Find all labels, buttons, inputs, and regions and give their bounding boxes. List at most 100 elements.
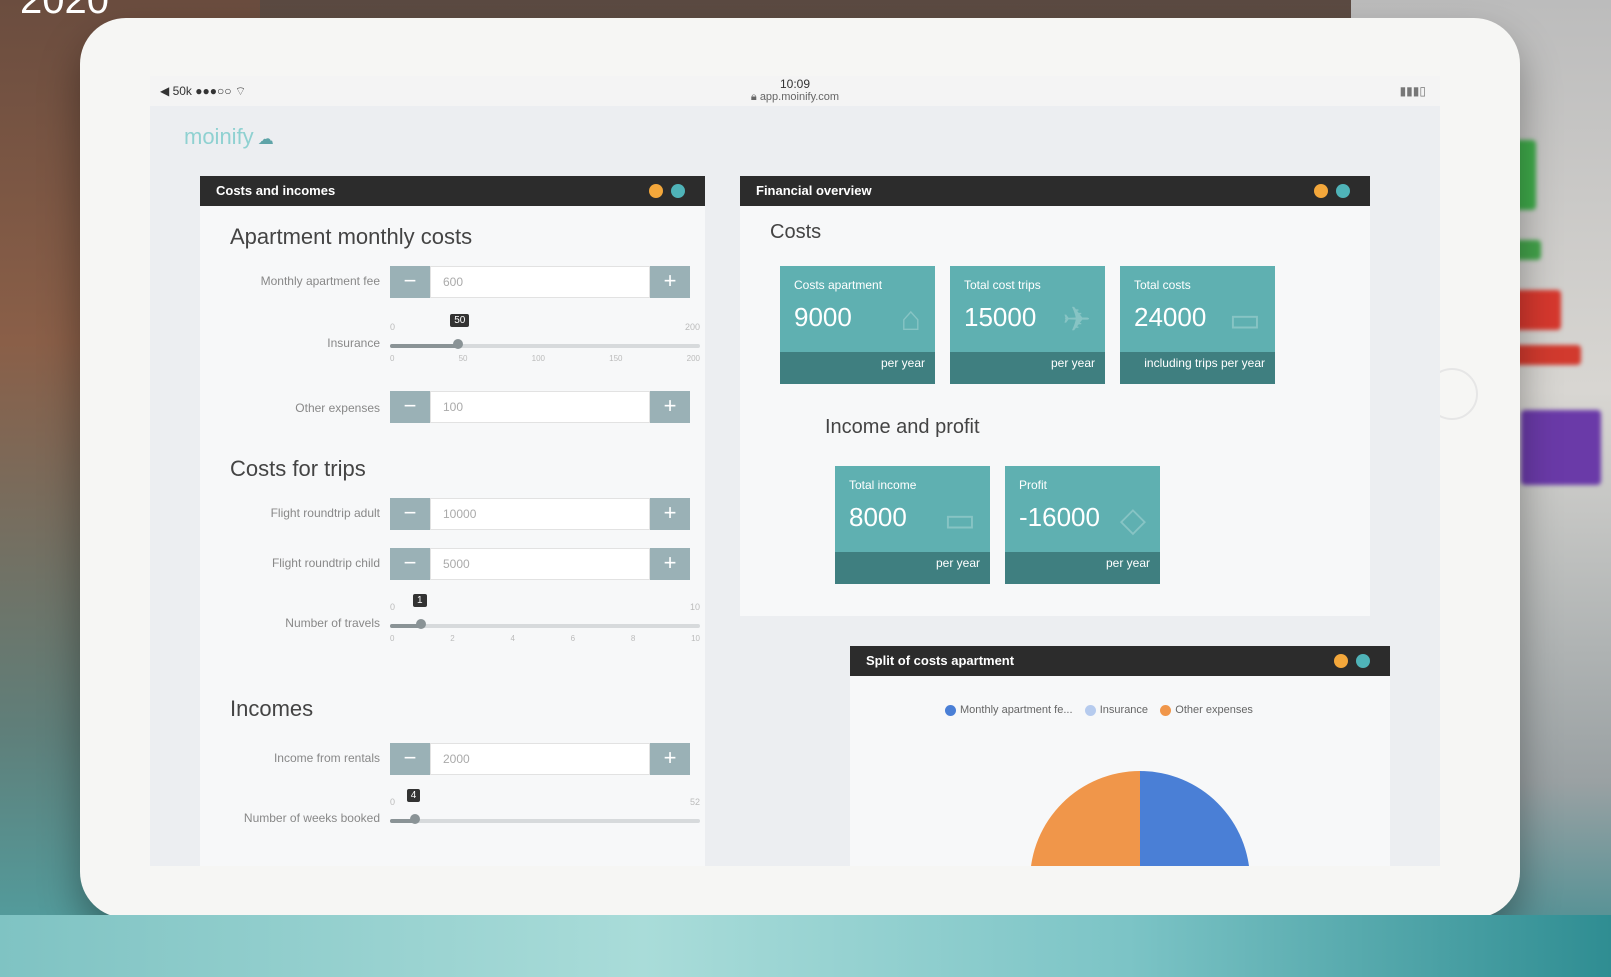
- rental-income-label: Income from rentals: [273, 751, 380, 765]
- expand-icon[interactable]: [671, 184, 685, 198]
- fee-label: Monthly apartment fee: [260, 274, 380, 288]
- decrement-button[interactable]: −: [390, 391, 430, 423]
- section-trips: Costs for trips: [230, 456, 366, 481]
- decrement-button[interactable]: −: [390, 548, 430, 580]
- tile-value: -16000: [1019, 502, 1100, 532]
- increment-button[interactable]: +: [650, 266, 690, 298]
- slider-tooltip: 1: [413, 594, 427, 607]
- tile-profit: Profit -16000 ◇ per year: [1005, 466, 1160, 584]
- pie-chart: [1030, 771, 1250, 866]
- tile-footer: including trips per year: [1120, 352, 1275, 384]
- legend-item[interactable]: Insurance: [1084, 704, 1148, 716]
- tile-label: Costs apartment: [794, 278, 883, 292]
- slider-tooltip: 4: [406, 789, 421, 802]
- chart-legend: Monthly apartment fe... Insurance Other …: [945, 704, 1253, 716]
- increment-button[interactable]: +: [650, 391, 690, 423]
- app-logo[interactable]: moinify ☁: [184, 124, 274, 150]
- expand-icon[interactable]: [1356, 654, 1370, 668]
- tile-label: Total cost trips: [964, 278, 1041, 292]
- slider-tick-label: 8: [630, 634, 636, 643]
- income-heading: Income and profit: [825, 416, 980, 438]
- tile-footer: per year: [780, 352, 935, 384]
- legend-item[interactable]: Monthly apartment fe...: [945, 704, 1073, 716]
- status-bar: ◀ 50k ●●●○○ ⌔ 10:09 🔒︎ app.moinify.com ▮…: [150, 76, 1440, 106]
- slider-ticks: 0 50 100 150 200: [390, 354, 700, 363]
- section-incomes: Incomes: [230, 696, 314, 721]
- home-icon: ⌂: [900, 300, 921, 338]
- other-expenses-input[interactable]: 100: [430, 391, 650, 423]
- increment-button[interactable]: +: [650, 548, 690, 580]
- decrement-button[interactable]: −: [390, 498, 430, 530]
- minimize-icon[interactable]: [1334, 654, 1348, 668]
- tile-value: 15000: [964, 302, 1037, 332]
- tile-total-cost-trips: Total cost trips 15000 ✈ per year: [950, 266, 1105, 384]
- costs-and-incomes-panel: Costs and incomes Apartment monthly cost…: [200, 176, 705, 866]
- tile-footer: per year: [950, 352, 1105, 384]
- legend-swatch: [945, 704, 956, 716]
- increment-button[interactable]: +: [650, 743, 690, 775]
- slider-min: 0: [390, 602, 396, 612]
- tile-value: 9000: [794, 302, 852, 332]
- minimize-icon[interactable]: [1314, 184, 1328, 198]
- split-costs-panel: Split of costs apartment Monthly apartme…: [850, 646, 1390, 866]
- slider-handle[interactable]: [416, 619, 426, 629]
- tile-total-income: Total income 8000 ▭ per year: [835, 466, 990, 584]
- tablet-screen: ◀ 50k ●●●○○ ⌔ 10:09 🔒︎ app.moinify.com ▮…: [150, 76, 1440, 866]
- tile-footer: per year: [835, 552, 990, 584]
- slider-track: [390, 819, 700, 823]
- slider-max: 10: [689, 602, 700, 612]
- other-expenses-stepper: − 100 +: [390, 391, 690, 423]
- tablet-device: ◀ 50k ●●●○○ ⌔ 10:09 🔒︎ app.moinify.com ▮…: [80, 18, 1520, 918]
- insurance-slider[interactable]: 0 200 50 0 50 100 150 200: [390, 314, 700, 366]
- tile-value: 24000: [1134, 302, 1207, 332]
- increment-button[interactable]: +: [650, 498, 690, 530]
- fee-input[interactable]: 600: [430, 266, 650, 298]
- tile-total-costs: Total costs 24000 ▭ including trips per …: [1120, 266, 1275, 384]
- travels-slider[interactable]: 0 10 1 0 2 4 6 8 10: [390, 594, 700, 646]
- section-apartment: Apartment monthly costs: [230, 224, 473, 249]
- pie-slice-apartment-fee[interactable]: [1140, 771, 1250, 866]
- slider-tick-label: 0: [390, 634, 395, 643]
- slider-handle[interactable]: [409, 814, 420, 824]
- adult-flight-label: Flight roundtrip adult: [270, 506, 380, 520]
- child-flight-input[interactable]: 5000: [430, 548, 650, 580]
- slider-min: 0: [390, 797, 396, 807]
- adult-flight-stepper: − 10000 +: [390, 498, 690, 530]
- child-flight-stepper: − 5000 +: [390, 548, 690, 580]
- tile-costs-apartment: Costs apartment 9000 ⌂ per year: [780, 266, 935, 384]
- adult-flight-input[interactable]: 10000: [430, 498, 650, 530]
- expand-icon[interactable]: [1336, 184, 1350, 198]
- decrement-button[interactable]: −: [390, 266, 430, 298]
- legend-item[interactable]: Other expenses: [1160, 704, 1253, 716]
- fee-stepper: − 600 +: [390, 266, 690, 298]
- weeks-slider[interactable]: 0 52 4: [390, 789, 700, 841]
- status-time: 10:09: [779, 77, 811, 91]
- child-flight-label: Flight roundtrip child: [271, 556, 380, 570]
- address-bar[interactable]: 🔒︎ app.moinify.com: [150, 91, 1440, 104]
- slider-tick-label: 150: [609, 354, 623, 363]
- money-icon: ▭: [943, 501, 976, 539]
- minimize-icon[interactable]: [649, 184, 663, 198]
- pie-slice-other-expenses[interactable]: [1030, 771, 1140, 866]
- slider-tick-label: 2: [450, 634, 455, 643]
- financial-overview-panel: Financial overview Costs Costs apartment…: [740, 176, 1370, 616]
- slider-tick-label: 0: [390, 354, 395, 363]
- slider-tooltip: 50: [450, 314, 470, 327]
- tile-label: Profit: [1019, 478, 1048, 492]
- plane-icon: ✈: [1062, 301, 1092, 339]
- legend-swatch: [1084, 704, 1096, 716]
- battery-icon: ▮▮▮▯: [1399, 84, 1426, 98]
- slider-tick-label: 50: [458, 354, 468, 363]
- background-sticker: [1521, 410, 1601, 485]
- tile-label: Total income: [849, 478, 917, 492]
- slider-track: [390, 624, 700, 628]
- overlay-year: 2020: [20, 0, 109, 22]
- slider-max: 52: [689, 797, 700, 807]
- slider-fill: [390, 344, 459, 348]
- diamond-icon: ◇: [1119, 501, 1146, 539]
- lock-icon: 🔒︎: [750, 91, 760, 103]
- slider-max: 200: [684, 322, 700, 332]
- rental-income-input[interactable]: 2000: [430, 743, 650, 775]
- decrement-button[interactable]: −: [390, 743, 430, 775]
- travels-label: Number of travels: [285, 616, 380, 630]
